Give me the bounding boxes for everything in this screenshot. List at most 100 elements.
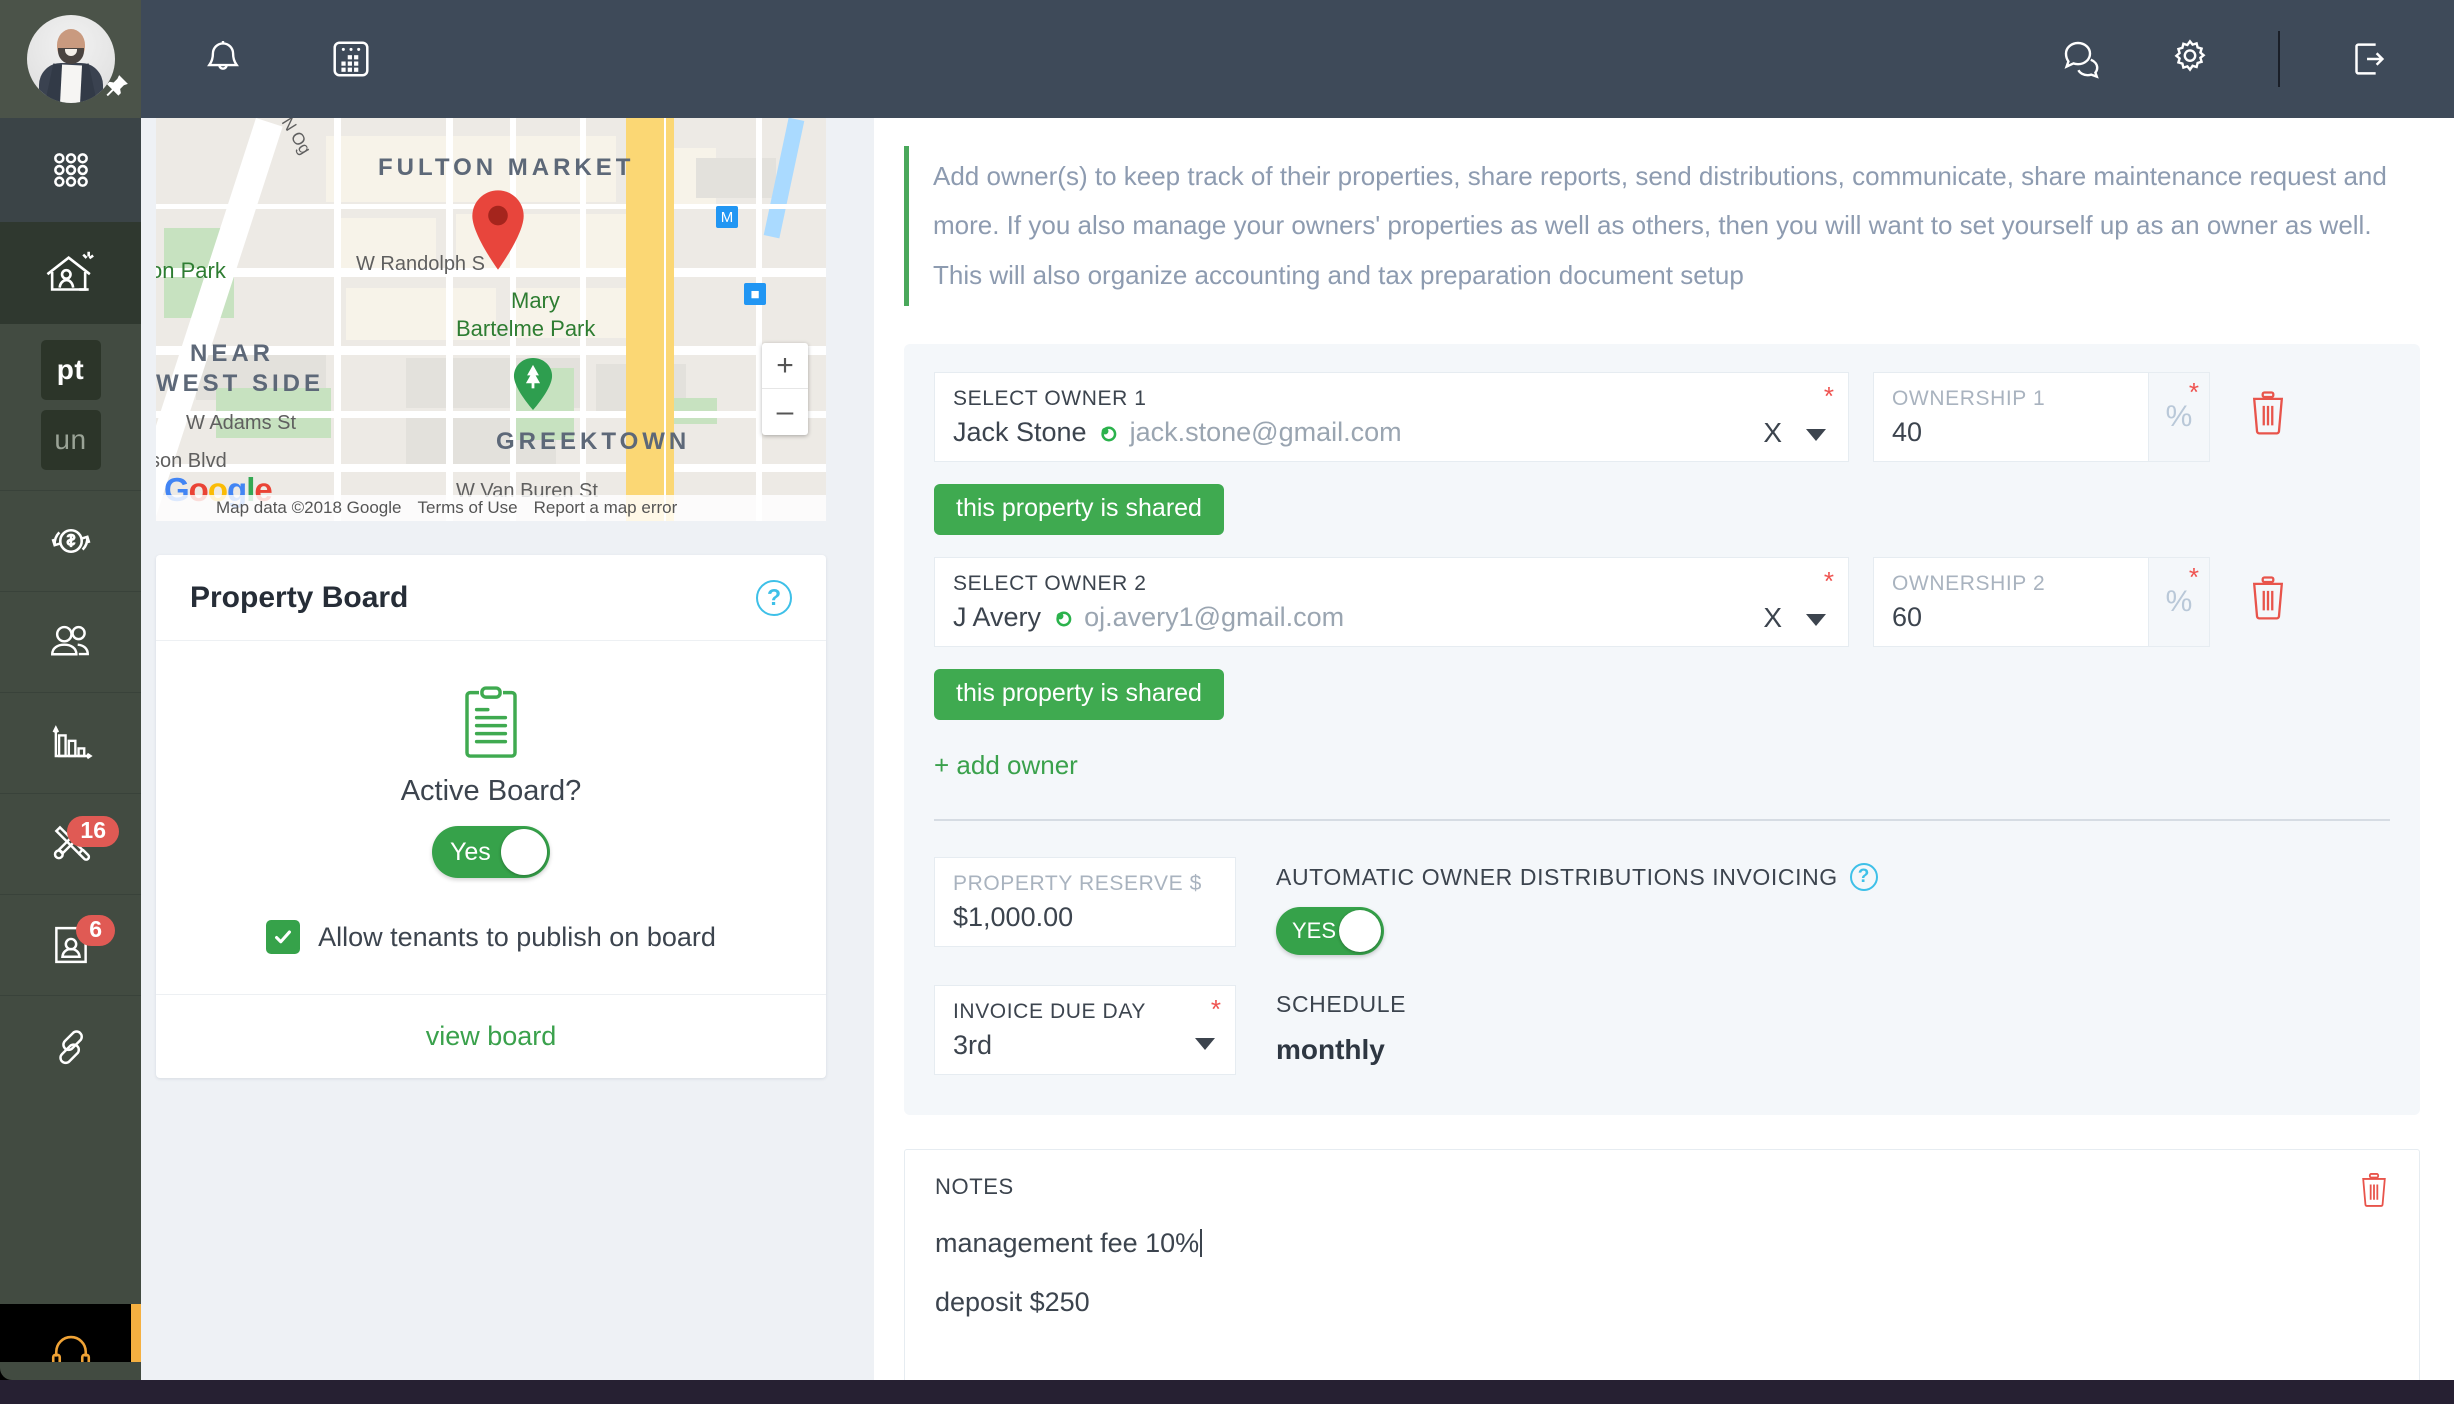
maintenance-badge: 16 xyxy=(67,816,119,847)
owner-2-name: J Avery xyxy=(953,602,1042,633)
property-board-title: Property Board xyxy=(190,580,409,614)
ownership-1-field[interactable]: OWNERSHIP 1 40 xyxy=(1873,372,2148,463)
map-terms-link[interactable]: Terms of Use xyxy=(418,498,518,518)
section-divider xyxy=(934,819,2390,822)
shared-pill-2[interactable]: this property is shared xyxy=(934,669,1224,721)
tag-pt[interactable]: pt xyxy=(40,340,101,400)
active-board-label: Active Board? xyxy=(400,775,582,807)
applicants-badge: 6 xyxy=(76,915,115,946)
select-owner-2-field[interactable]: * SELECT OWNER 2 J Avery oj.avery1@gmail… xyxy=(934,557,1849,648)
notifications-icon[interactable] xyxy=(187,23,259,95)
property-reserve-field[interactable]: PROPERTY RESERVE $ $1,000.00 xyxy=(934,857,1236,948)
map-zoom-in-button[interactable]: + xyxy=(762,343,808,389)
sidebar-item-reports[interactable] xyxy=(0,693,141,794)
delete-notes-button[interactable] xyxy=(2357,1172,2391,1213)
map-zoom-controls[interactable]: + – xyxy=(762,343,808,435)
sidebar-item-apps[interactable] xyxy=(0,118,141,222)
application-window: pt un 16 6 FULTON MARKET NEAR WEST SIDE … xyxy=(0,0,2454,1404)
map-transit-marker-2: ■ xyxy=(744,283,766,305)
clear-owner-2-button[interactable]: X xyxy=(1763,602,1782,634)
allow-tenants-row: Allow tenants to publish on board xyxy=(156,920,826,954)
logout-icon[interactable] xyxy=(2332,23,2404,95)
owner-verified-icon xyxy=(1055,611,1071,627)
sidebar-item-transactions[interactable] xyxy=(0,491,141,592)
property-reserve-value: $1,000.00 xyxy=(953,902,1074,933)
ownership-1-percent-suffix: * % xyxy=(2148,372,2210,463)
chevron-down-icon[interactable] xyxy=(1806,429,1826,442)
ownership-1-value: 40 xyxy=(1892,417,1923,448)
distributions-toggle-label: YES xyxy=(1292,918,1337,944)
active-board-toggle-label: Yes xyxy=(450,837,491,866)
delete-owner-1-button[interactable] xyxy=(2246,390,2290,441)
avatar[interactable] xyxy=(0,0,141,118)
chat-icon[interactable] xyxy=(2046,23,2118,95)
ownership-2-value: 60 xyxy=(1892,602,1923,633)
owner-row: * SELECT OWNER 1 Jack Stone jack.stone@g… xyxy=(934,372,2390,463)
pin-icon xyxy=(106,75,128,97)
select-owner-2-label: SELECT OWNER 2 xyxy=(953,572,1147,596)
notes-box[interactable]: NOTES management fee 10% deposit $250 xyxy=(904,1149,2420,1390)
transactions-icon xyxy=(51,528,90,554)
owner-verified-icon xyxy=(1101,426,1117,442)
schedule-value: monthly xyxy=(1276,1034,1385,1066)
notes-line-1[interactable]: management fee 10% xyxy=(935,1228,2389,1259)
notes-line-2[interactable]: deposit $250 xyxy=(935,1287,2389,1318)
distributions-label: AUTOMATIC OWNER DISTRIBUTIONS INVOICING xyxy=(1276,863,1838,890)
map-copyright: Map data ©2018 Google xyxy=(216,498,402,517)
help-icon[interactable]: ? xyxy=(756,579,792,616)
owner-row: * SELECT OWNER 2 J Avery oj.avery1@gmail… xyxy=(934,557,2390,648)
select-owner-2-value: J Avery oj.avery1@gmail.com xyxy=(953,602,1830,633)
ownership-1-label: OWNERSHIP 1 xyxy=(1892,387,2046,411)
toggle-knob xyxy=(501,829,547,875)
schedule-block: SCHEDULE monthly xyxy=(1276,985,1406,1066)
calendar-icon[interactable] xyxy=(315,23,387,95)
invoice-due-day-field[interactable]: * INVOICE DUE DAY 3rd xyxy=(934,985,1236,1076)
ownership-2-field[interactable]: OWNERSHIP 2 60 xyxy=(1873,557,2148,648)
distributions-toggle[interactable]: YES xyxy=(1276,907,1384,956)
active-board-toggle[interactable]: Yes xyxy=(432,826,550,878)
toggle-knob xyxy=(1339,910,1381,953)
clear-owner-1-button[interactable]: X xyxy=(1763,417,1782,449)
help-icon[interactable]: ? xyxy=(1849,863,1878,892)
add-owner-button[interactable]: + add owner xyxy=(934,750,1078,781)
chevron-down-icon[interactable] xyxy=(1806,614,1826,627)
chevron-down-icon[interactable] xyxy=(1195,1038,1215,1051)
sidebar-item-properties[interactable] xyxy=(0,222,141,324)
sidebar-item-contacts[interactable] xyxy=(0,592,141,693)
owner-2-email: oj.avery1@gmail.com xyxy=(1084,602,1345,633)
map-label-fulton-market: FULTON MARKET xyxy=(378,154,635,181)
schedule-label: SCHEDULE xyxy=(1276,991,1407,1018)
gear-icon[interactable] xyxy=(2154,23,2226,95)
sidebar-item-maintenance[interactable]: 16 xyxy=(0,794,141,895)
owner-info-text: Add owner(s) to keep track of their prop… xyxy=(933,161,2387,290)
sidebar-item-applicants[interactable]: 6 xyxy=(0,895,141,996)
select-owner-1-field[interactable]: * SELECT OWNER 1 Jack Stone jack.stone@g… xyxy=(934,372,1849,463)
view-board-link[interactable]: view board xyxy=(426,1021,557,1052)
map-label-son-blvd: son Blvd xyxy=(156,450,227,472)
delete-owner-2-button[interactable] xyxy=(2246,575,2290,626)
distributions-label-row: AUTOMATIC OWNER DISTRIBUTIONS INVOICING … xyxy=(1276,863,1878,892)
people-icon xyxy=(50,625,89,656)
map-zoom-out-button[interactable]: – xyxy=(762,389,808,435)
topbar-left-icons xyxy=(187,23,387,95)
notes-label: NOTES xyxy=(935,1174,1014,1200)
property-map[interactable]: FULTON MARKET NEAR WEST SIDE GREEKTOWN M… xyxy=(156,118,826,521)
property-icon xyxy=(46,251,94,291)
required-marker: * xyxy=(2188,562,2199,593)
map-label-on-park: on Park xyxy=(156,258,226,283)
required-marker: * xyxy=(2188,377,2199,408)
ownership-2-percent-suffix: * % xyxy=(2148,557,2210,648)
invoice-schedule-row: * INVOICE DUE DAY 3rd SCHEDULE monthly xyxy=(934,985,2390,1076)
owners-panel: * SELECT OWNER 1 Jack Stone jack.stone@g… xyxy=(904,344,2420,1116)
tag-un[interactable]: un xyxy=(40,410,101,470)
apps-grid-icon xyxy=(53,153,88,187)
shared-pill-1[interactable]: this property is shared xyxy=(934,484,1224,536)
sidebar-item-links[interactable] xyxy=(0,996,141,1097)
allow-tenants-checkbox[interactable] xyxy=(266,920,301,954)
ownership-1-group: OWNERSHIP 1 40 * % xyxy=(1873,372,2210,463)
map-label-w-adams: W Adams St xyxy=(186,412,297,434)
allow-tenants-label: Allow tenants to publish on board xyxy=(318,921,716,952)
links-icon xyxy=(58,1029,83,1064)
map-report-link[interactable]: Report a map error xyxy=(534,498,678,518)
map-label-west-side: WEST SIDE xyxy=(156,370,325,397)
